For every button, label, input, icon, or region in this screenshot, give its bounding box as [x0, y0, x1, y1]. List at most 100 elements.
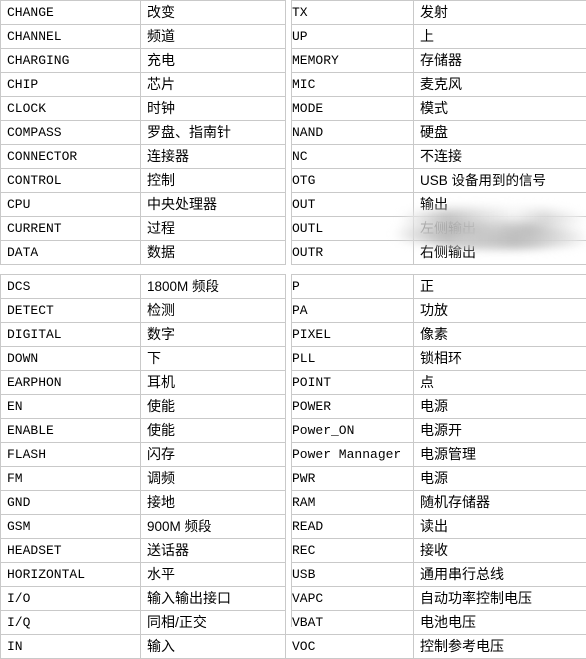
meaning-cell-right: USB 设备用到的信号 — [414, 169, 586, 193]
meaning-cell-right: 硬盘 — [414, 121, 586, 145]
term-cell-left: GSM — [1, 515, 141, 539]
meaning-cell-left: 输入 — [141, 635, 286, 659]
table-row: ENABLE使能Power_ON电源开 — [1, 419, 586, 443]
term-cell-right: VAPC — [286, 587, 414, 611]
term-cell-right: POINT — [286, 371, 414, 395]
term-cell-left: FLASH — [1, 443, 141, 467]
table-row: EN使能POWER电源 — [1, 395, 586, 419]
table-row: CHANNEL频道UP上 — [1, 25, 586, 49]
meaning-cell-left: 输入输出接口 — [141, 587, 286, 611]
meaning-cell-left: 900M 频段 — [141, 515, 286, 539]
meaning-cell-right: 麦克风 — [414, 73, 586, 97]
term-cell-right: USB — [286, 563, 414, 587]
meaning-cell-left: 送话器 — [141, 539, 286, 563]
table-row: GSM900M 频段READ读出 — [1, 515, 586, 539]
meaning-cell-left: 充电 — [141, 49, 286, 73]
meaning-cell-right: 接收 — [414, 539, 586, 563]
meaning-cell-right: 像素 — [414, 323, 586, 347]
meaning-cell-right: 正 — [414, 275, 586, 299]
term-cell-right: MIC — [286, 73, 414, 97]
meaning-cell-right: 电源管理 — [414, 443, 586, 467]
term-cell-right: NAND — [286, 121, 414, 145]
term-cell-left: I/O — [1, 587, 141, 611]
term-cell-left: I/Q — [1, 611, 141, 635]
meaning-cell-left: 使能 — [141, 395, 286, 419]
term-cell-left: CHIP — [1, 73, 141, 97]
glossary-table-bottom-body: DCS1800M 频段P正DETECT检测PA功放DIGITAL数字PIXEL像… — [1, 275, 586, 659]
table-row: CLOCK时钟MODE模式 — [1, 97, 586, 121]
term-cell-right: NC — [286, 145, 414, 169]
term-cell-left: CONNECTOR — [1, 145, 141, 169]
meaning-cell-left: 数据 — [141, 241, 286, 265]
meaning-cell-left: 耳机 — [141, 371, 286, 395]
meaning-cell-left: 过程 — [141, 217, 286, 241]
term-cell-right: VOC — [286, 635, 414, 659]
term-cell-left: HORIZONTAL — [1, 563, 141, 587]
meaning-cell-left: 时钟 — [141, 97, 286, 121]
meaning-cell-left: 改变 — [141, 1, 286, 25]
meaning-cell-left: 控制 — [141, 169, 286, 193]
table-row: I/O输入输出接口VAPC自动功率控制电压 — [1, 587, 586, 611]
meaning-cell-right: 上 — [414, 25, 586, 49]
term-cell-left: CHARGING — [1, 49, 141, 73]
table-row: DATA数据OUTR右侧输出 — [1, 241, 586, 265]
meaning-cell-left: 数字 — [141, 323, 286, 347]
term-cell-right: PIXEL — [286, 323, 414, 347]
table-row: CURRENT过程OUTL左侧输出 — [1, 217, 586, 241]
term-cell-right: READ — [286, 515, 414, 539]
term-cell-right: MEMORY — [286, 49, 414, 73]
term-cell-right: P — [286, 275, 414, 299]
meaning-cell-right: 锁相环 — [414, 347, 586, 371]
term-cell-right: MODE — [286, 97, 414, 121]
table-row: DETECT检测PA功放 — [1, 299, 586, 323]
table-row: COMPASS罗盘、指南针NAND硬盘 — [1, 121, 586, 145]
meaning-cell-right: 随机存储器 — [414, 491, 586, 515]
term-cell-right: Power_ON — [286, 419, 414, 443]
meaning-cell-left: 连接器 — [141, 145, 286, 169]
term-cell-left: GND — [1, 491, 141, 515]
meaning-cell-right: 输出 — [414, 193, 586, 217]
table-row: CHARGING充电MEMORY存储器 — [1, 49, 586, 73]
term-cell-left: CPU — [1, 193, 141, 217]
term-cell-right: OUTR — [286, 241, 414, 265]
meaning-cell-left: 中央处理器 — [141, 193, 286, 217]
term-cell-left: CURRENT — [1, 217, 141, 241]
glossary-table-top: CHANGE改变TX发射CHANNEL频道UP上CHARGING充电MEMORY… — [0, 0, 586, 265]
term-cell-left: ENABLE — [1, 419, 141, 443]
term-cell-right: OUTL — [286, 217, 414, 241]
meaning-cell-right: 控制参考电压 — [414, 635, 586, 659]
meaning-cell-right: 自动功率控制电压 — [414, 587, 586, 611]
term-cell-left: COMPASS — [1, 121, 141, 145]
term-cell-left: FM — [1, 467, 141, 491]
table-row: CHIP芯片MIC麦克风 — [1, 73, 586, 97]
meaning-cell-right: 右侧输出 — [414, 241, 586, 265]
meaning-cell-right: 点 — [414, 371, 586, 395]
table-row: DCS1800M 频段P正 — [1, 275, 586, 299]
term-cell-left: CHANGE — [1, 1, 141, 25]
meaning-cell-left: 调频 — [141, 467, 286, 491]
meaning-cell-right: 通用串行总线 — [414, 563, 586, 587]
term-cell-right: PWR — [286, 467, 414, 491]
term-cell-left: DOWN — [1, 347, 141, 371]
table-row: HORIZONTAL水平USB通用串行总线 — [1, 563, 586, 587]
term-cell-left: CLOCK — [1, 97, 141, 121]
table-row: IN输入VOC控制参考电压 — [1, 635, 586, 659]
meaning-cell-right: 电池电压 — [414, 611, 586, 635]
term-cell-right: UP — [286, 25, 414, 49]
term-cell-left: EN — [1, 395, 141, 419]
term-cell-right: Power Mannager — [286, 443, 414, 467]
term-cell-left: CONTROL — [1, 169, 141, 193]
term-cell-right: PLL — [286, 347, 414, 371]
meaning-cell-left: 下 — [141, 347, 286, 371]
meaning-cell-right: 电源 — [414, 395, 586, 419]
term-cell-right: PA — [286, 299, 414, 323]
meaning-cell-left: 1800M 频段 — [141, 275, 286, 299]
term-cell-left: IN — [1, 635, 141, 659]
meaning-cell-right: 电源开 — [414, 419, 586, 443]
term-cell-left: DETECT — [1, 299, 141, 323]
term-cell-right: POWER — [286, 395, 414, 419]
table-row: EARPHON耳机POINT点 — [1, 371, 586, 395]
term-cell-right: OTG — [286, 169, 414, 193]
meaning-cell-left: 芯片 — [141, 73, 286, 97]
glossary-table-top-body: CHANGE改变TX发射CHANNEL频道UP上CHARGING充电MEMORY… — [1, 1, 586, 265]
